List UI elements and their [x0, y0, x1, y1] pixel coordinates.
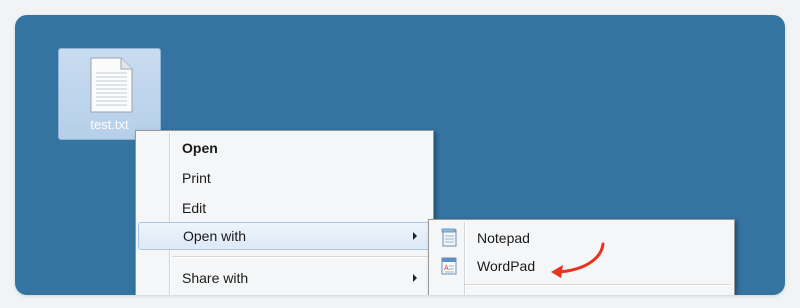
wordpad-icon: A: [441, 257, 457, 275]
menu-item-label: Share with: [182, 270, 249, 286]
menu-separator: [172, 256, 430, 257]
notepad-icon: [441, 228, 457, 247]
menu-item-share-with[interactable]: Share with: [138, 264, 431, 292]
menu-item-label: Open: [182, 140, 218, 156]
desktop-file-test-txt[interactable]: test.txt: [58, 48, 161, 140]
red-arrow-icon: [551, 242, 605, 278]
text-file-icon: [90, 57, 133, 113]
menu-item-label: Print: [182, 170, 211, 186]
menu-item-open[interactable]: Open: [138, 134, 431, 162]
submenu-item-label: Notepad: [477, 230, 530, 246]
menu-item-open-with[interactable]: Open with: [138, 222, 431, 250]
context-menu: Open Print Edit Open with Share with: [135, 130, 434, 295]
submenu-arrow-icon: [413, 232, 417, 240]
menu-separator: [465, 284, 731, 285]
screenshot-frame: test.txt Open Print Edit Open with Share…: [15, 15, 785, 295]
menu-item-label: Open with: [183, 228, 247, 244]
svg-text:A: A: [444, 265, 449, 272]
submenu-item-label: WordPad: [477, 258, 536, 274]
menu-item-label: Edit: [182, 200, 207, 216]
menu-item-edit[interactable]: Edit: [138, 194, 431, 222]
submenu-arrow-icon: [413, 274, 417, 282]
menu-item-print[interactable]: Print: [138, 164, 431, 192]
